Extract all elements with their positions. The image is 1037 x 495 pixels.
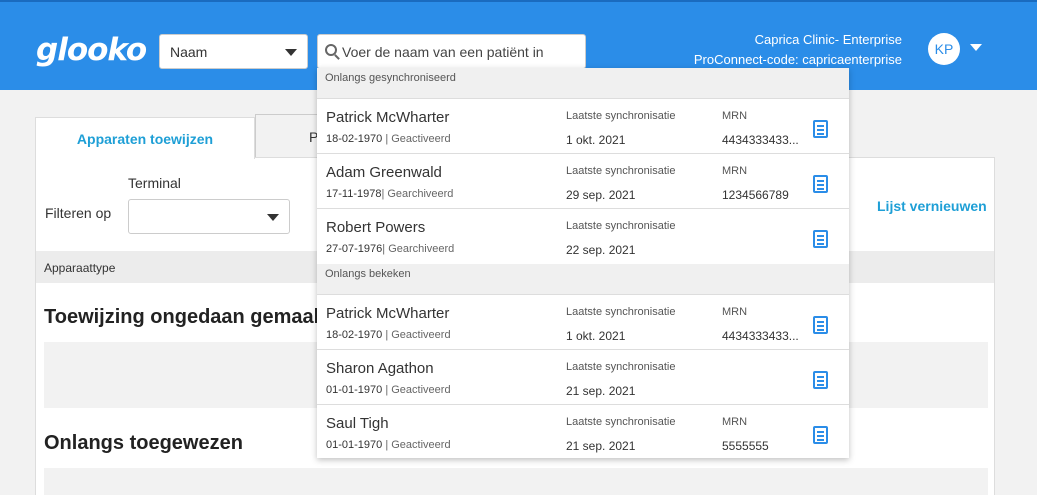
user-avatar[interactable]: KP <box>928 33 960 65</box>
recently-synced-list: Patrick McWharter 18-02-1970 | Geactiveer… <box>317 99 849 264</box>
organization-info: Caprica Clinic- Enterprise ProConnect-co… <box>694 30 902 70</box>
patient-dob: 27-07-1976 <box>326 243 383 255</box>
patient-row[interactable]: Robert Powers 27-07-1976| Gearchiveerd Laa… <box>317 209 849 264</box>
patient-status: | Gearchiveerd <box>381 188 454 200</box>
patient-details: 27-07-1976| Gearchiveerd <box>326 243 454 255</box>
document-icon[interactable] <box>813 175 828 193</box>
glooko-logo[interactable]: glooko <box>36 32 147 68</box>
patient-dob: 18-02-1970 <box>326 133 383 145</box>
mrn-value: 1234566789 <box>722 188 789 202</box>
document-icon[interactable] <box>813 371 828 389</box>
patient-status: | Geactiveerd <box>382 133 451 145</box>
proconnect-code: ProConnect-code: capricaenterprise <box>693 52 902 67</box>
patient-row[interactable]: Adam Greenwald 17-11-1978| Gearchiveerd La… <box>317 154 849 209</box>
patient-search-box[interactable] <box>317 34 586 69</box>
patient-name[interactable]: Robert Powers <box>326 219 425 236</box>
recently-viewed-header: Onlangs bekeken <box>317 264 849 295</box>
mrn-label: MRN <box>722 416 748 428</box>
last-sync-label: Laatste synchronisatie <box>566 220 676 232</box>
last-sync-date: 29 sep. 2021 <box>566 188 636 202</box>
last-sync-date: 21 sep. 2021 <box>566 384 636 398</box>
chevron-down-icon <box>267 214 279 221</box>
patient-name[interactable]: Adam Greenwald <box>326 164 442 181</box>
last-sync-label: Laatste synchronisatie <box>566 416 676 428</box>
mrn-label: MRN <box>722 306 748 318</box>
refresh-list-link[interactable]: Lijst vernieuwen <box>877 198 987 214</box>
patient-details: 17-11-1978| Gearchiveerd <box>326 188 453 200</box>
patient-row[interactable]: Patrick McWharter 18-02-1970 | Geactiveer… <box>317 295 849 350</box>
recently-assigned-list <box>44 468 988 495</box>
patient-dob: 18-02-1970 <box>326 329 383 341</box>
last-sync-label: Laatste synchronisatie <box>566 165 676 177</box>
document-icon[interactable] <box>813 316 828 334</box>
patient-row[interactable]: Sharon Agathon 01-01-1970 | Geactiveerd La… <box>317 350 849 405</box>
document-icon[interactable] <box>813 120 828 138</box>
terminal-select[interactable] <box>128 199 290 234</box>
clinic-name: Caprica Clinic- Enterprise <box>754 32 902 47</box>
patient-name[interactable]: Patrick McWharter <box>326 109 449 126</box>
undone-assignment-title: Toewijzing ongedaan gemaakt <box>44 306 332 328</box>
last-sync-date: 1 okt. 2021 <box>566 329 626 343</box>
terminal-label: Terminal <box>128 175 181 191</box>
mrn-label: MRN <box>722 110 748 122</box>
patient-status: | Geactiveerd <box>382 329 451 341</box>
last-sync-date: 21 sep. 2021 <box>566 439 636 453</box>
patient-status: | Gearchiveerd <box>382 243 455 255</box>
search-type-value: Naam <box>170 44 208 60</box>
patient-status: | Geactiveerd <box>382 384 451 396</box>
last-sync-label: Laatste synchronisatie <box>566 110 676 122</box>
document-icon[interactable] <box>813 230 828 248</box>
tab-assign-devices[interactable]: Apparaten toewijzen <box>35 117 255 159</box>
patient-name[interactable]: Patrick McWharter <box>326 305 449 322</box>
mrn-label: MRN <box>722 165 748 177</box>
patient-search-dropdown: Onlangs gesynchroniseerd Patrick McWhart… <box>317 68 849 458</box>
filter-label: Filteren op <box>45 205 112 221</box>
document-icon[interactable] <box>813 426 828 444</box>
patient-dob: 01-01-1970 <box>326 384 383 396</box>
recently-viewed-list: Patrick McWharter 18-02-1970 | Geactiveer… <box>317 295 849 458</box>
mrn-value: 4434333433... <box>722 329 799 343</box>
patient-dob: 01-01-1970 <box>326 439 383 451</box>
patient-row[interactable]: Saul Tigh 01-01-1970 | Geactiveerd Laatste… <box>317 405 849 458</box>
last-sync-date: 1 okt. 2021 <box>566 133 626 147</box>
recently-synced-header: Onlangs gesynchroniseerd <box>317 68 849 99</box>
patient-search-input[interactable] <box>342 35 582 68</box>
last-sync-date: 22 sep. 2021 <box>566 243 636 257</box>
chevron-down-icon <box>285 49 297 56</box>
patient-row[interactable]: Patrick McWharter 18-02-1970 | Geactiveer… <box>317 99 849 154</box>
patient-dob: 17-11-1978 <box>326 188 382 200</box>
patient-details: 18-02-1970 | Geactiveerd <box>326 329 451 341</box>
last-sync-label: Laatste synchronisatie <box>566 361 676 373</box>
search-type-select[interactable]: Naam <box>159 34 308 69</box>
search-icon <box>325 44 337 56</box>
patient-name[interactable]: Saul Tigh <box>326 415 389 432</box>
patient-details: 01-01-1970 | Geactiveerd <box>326 439 451 451</box>
mrn-value: 4434333433... <box>722 133 799 147</box>
patient-name[interactable]: Sharon Agathon <box>326 360 434 377</box>
patient-details: 18-02-1970 | Geactiveerd <box>326 133 451 145</box>
user-menu-chevron-icon[interactable] <box>970 44 982 51</box>
patient-status: | Geactiveerd <box>382 439 451 451</box>
last-sync-label: Laatste synchronisatie <box>566 306 676 318</box>
patient-details: 01-01-1970 | Geactiveerd <box>326 384 451 396</box>
mrn-value: 5555555 <box>722 439 769 453</box>
recently-assigned-title: Onlangs toegewezen <box>44 432 243 454</box>
